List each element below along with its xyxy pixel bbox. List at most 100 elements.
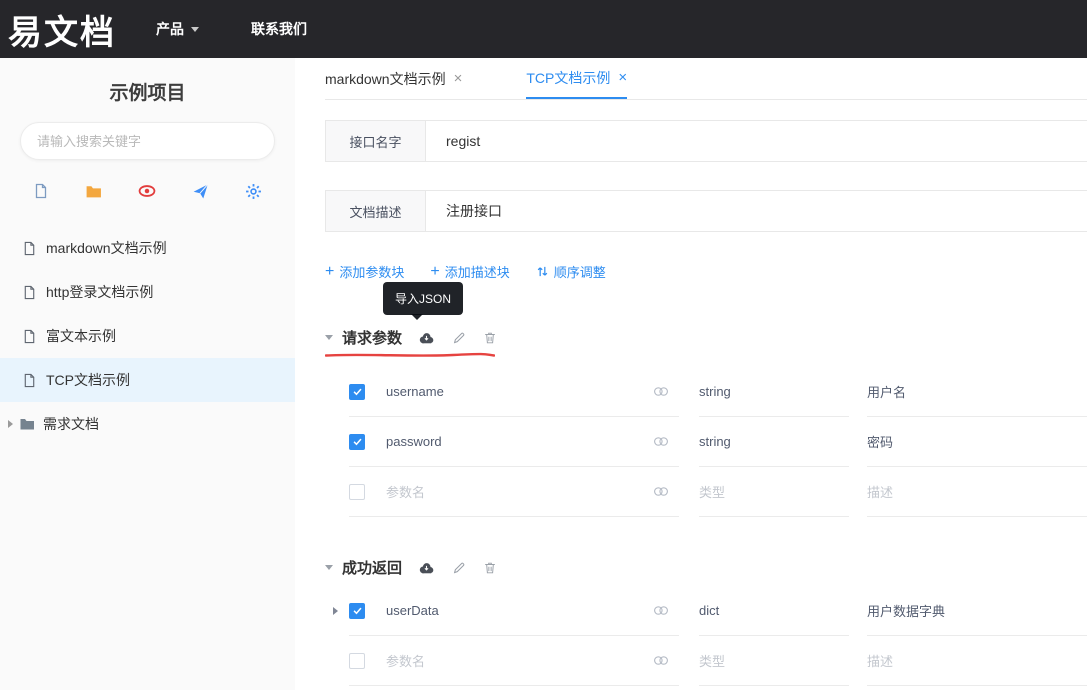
api-name-input[interactable]: regist [426,121,480,161]
sidebar-item-http-login-doc[interactable]: http登录文档示例 [0,270,295,314]
param-desc-cell[interactable]: 用户数据字典 [867,586,1087,636]
sort-icon [536,265,549,278]
sidebar-item-markdown-doc[interactable]: markdown文档示例 [0,226,295,270]
menu-item-label: 联系我们 [251,21,307,37]
sidebar-item-richtext-doc[interactable]: 富文本示例 [0,314,295,358]
doc-desc-input[interactable]: 注册接口 [426,191,502,231]
red-annotation-underline [325,351,1087,359]
menu-item-products[interactable]: 产品 [156,19,199,39]
action-label: 添加参数块 [339,265,405,280]
checkbox-checked[interactable] [349,433,365,450]
section-header: 成功返回 [325,557,1087,578]
param-desc: 用户数据字典 [867,604,946,619]
checkbox-checked[interactable] [349,383,365,400]
sidebar-item-label: http登录文档示例 [46,284,154,300]
param-desc-placeholder: 描述 [867,485,894,500]
project-title: 示例项目 [109,83,186,104]
search-input[interactable] [37,133,258,149]
section-title: 请求参数 [342,330,403,347]
param-type-cell[interactable]: string [699,417,849,467]
close-tab-icon[interactable]: × [454,70,463,87]
param-name-placeholder[interactable]: 参数名 [386,651,425,670]
new-doc-icon[interactable] [33,183,49,199]
section-tools [418,331,497,345]
param-name-placeholder[interactable]: 参数名 [386,482,425,501]
param-desc-cell[interactable]: 描述 [867,636,1087,686]
link-icon[interactable] [653,655,669,666]
caret-slot [333,586,349,636]
sidebar-item-label: markdown文档示例 [46,240,167,256]
checkbox-unchecked[interactable] [349,483,365,500]
import-json-icon[interactable] [418,331,435,345]
search-box[interactable] [20,122,275,160]
checkbox-checked[interactable] [349,602,365,619]
field-label: 文档描述 [326,191,426,231]
app-logo[interactable]: 易文档 [8,5,116,54]
add-param-block-button[interactable]: + 添加参数块 [325,262,404,281]
sidebar-item-label: TCP文档示例 [46,372,130,388]
param-type-cell[interactable]: dict [699,586,849,636]
tab-tcp-doc[interactable]: TCP文档示例 × [526,58,628,99]
tab-label: TCP文档示例 [526,69,611,86]
param-desc-placeholder: 描述 [867,654,894,669]
plus-icon: + [430,262,440,280]
add-desc-block-button[interactable]: + 添加描述块 [430,262,509,281]
sidebar-item-tcp-doc[interactable]: TCP文档示例 [0,358,295,402]
eye-icon[interactable] [138,182,156,200]
param-desc: 用户名 [867,385,907,400]
chevron-right-icon[interactable] [8,420,13,428]
sidebar-item-label: 需求文档 [43,416,99,432]
param-desc-cell[interactable]: 描述 [867,467,1087,517]
sidebar-item-requirements-folder[interactable]: 需求文档 [0,402,295,446]
menu-item-contact[interactable]: 联系我们 [251,19,307,39]
param-type: dict [699,603,720,618]
doc-desc-field: 文档描述 注册接口 [325,190,1087,232]
document-icon [22,329,37,344]
expand-row-icon[interactable] [333,607,338,615]
section-request-params: 请求参数 username string 用户名 password string… [325,327,1087,517]
table-row-empty: 参数名 类型 描述 [325,467,1087,517]
import-json-icon[interactable] [418,561,435,575]
checkbox-unchecked[interactable] [349,652,365,669]
trash-icon[interactable] [483,331,497,345]
edit-icon[interactable] [452,561,466,575]
param-name-cell: userData [349,586,679,636]
collapse-icon[interactable] [325,565,333,570]
param-name[interactable]: password [386,434,442,449]
param-type-cell[interactable]: 类型 [699,636,849,686]
edit-icon[interactable] [452,331,466,345]
collapse-icon[interactable] [325,335,333,340]
param-type-cell[interactable]: string [699,367,849,417]
gear-icon[interactable] [245,183,262,200]
link-icon[interactable] [653,486,669,497]
param-name-cell: 参数名 [349,636,679,686]
param-desc-cell[interactable]: 用户名 [867,367,1087,417]
tab-markdown-doc[interactable]: markdown文档示例 × [325,58,462,99]
link-icon[interactable] [653,386,669,397]
document-icon [22,373,37,388]
section-tools [418,561,497,575]
param-desc-cell[interactable]: 密码 [867,417,1087,467]
document-icon [22,285,37,300]
link-icon[interactable] [653,605,669,616]
menu-item-label: 产品 [156,21,184,37]
reorder-button[interactable]: 顺序调整 [536,262,606,281]
sidebar-toolbar [33,182,262,200]
field-label: 接口名字 [326,121,426,161]
section-title: 成功返回 [342,560,403,577]
param-name[interactable]: username [386,384,444,399]
trash-icon[interactable] [483,561,497,575]
table-row: userData dict 用户数据字典 [325,586,1087,636]
param-type-cell[interactable]: 类型 [699,467,849,517]
close-tab-icon[interactable]: × [618,69,627,86]
link-icon[interactable] [653,436,669,447]
api-name-field: 接口名字 regist [325,120,1087,162]
plus-icon: + [325,262,335,280]
caret-slot [333,367,349,417]
param-name[interactable]: userData [386,603,439,618]
tab-bar: markdown文档示例 × TCP文档示例 × [325,58,1087,100]
document-icon [22,241,37,256]
action-bar: + 添加参数块 + 添加描述块 顺序调整 [325,262,1087,281]
new-folder-icon[interactable] [85,183,102,200]
send-icon[interactable] [192,183,209,200]
